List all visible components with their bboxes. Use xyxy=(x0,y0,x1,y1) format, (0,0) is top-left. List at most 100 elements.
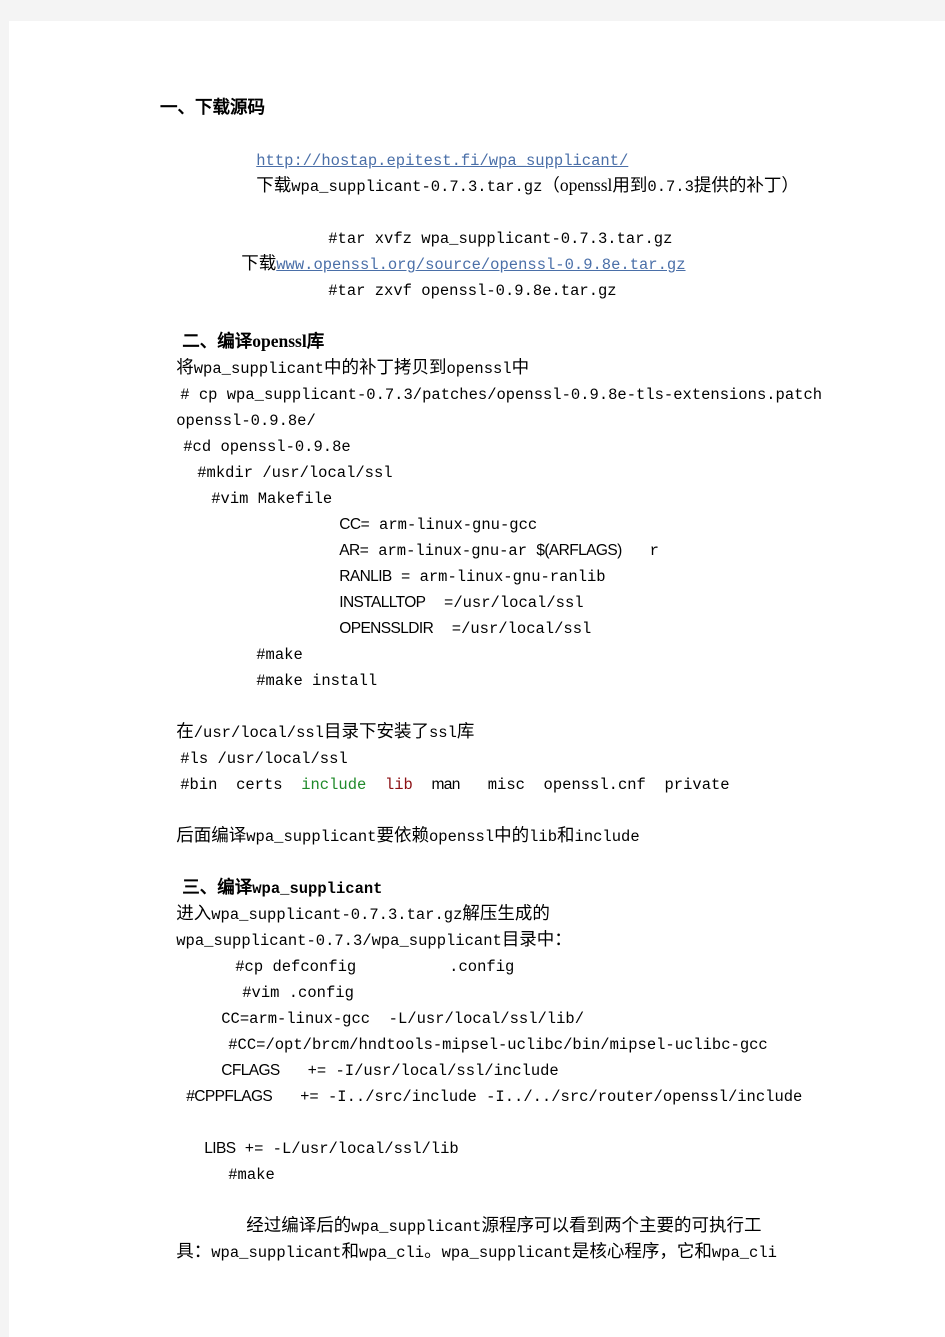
text-run: 是核心程序，它和 xyxy=(571,1241,712,1261)
text-run: #CC=/opt/brcm/hndtools-mipsel-uclibc/bin… xyxy=(228,1036,768,1054)
text-run: openssl xyxy=(428,828,495,846)
text-run: #make install xyxy=(256,672,378,690)
text-run: 。 xyxy=(424,1241,442,1261)
link-hostap[interactable]: http://hostap.epitest.fi/wpa_supplicant/ xyxy=(256,152,628,170)
text-run: 后面编译 xyxy=(176,825,247,845)
text-run: 将 xyxy=(176,357,194,377)
doc-line: http://hostap.epitest.fi/wpa_supplicant/ xyxy=(230,120,850,170)
text-run: #cd openssl-0.9.8e xyxy=(183,438,351,456)
text-run: #make xyxy=(228,1166,275,1184)
text-run: #tar xvfz wpa_supplicant-0.7.3.tar.gz xyxy=(328,230,673,248)
config-value: += -I../src/include -I../../src/router/o… xyxy=(300,1088,803,1106)
text-run: wpa_cli xyxy=(711,1244,777,1262)
doc-line: 后面编译wpa_supplicant要依赖openssl中的lib和includ… xyxy=(150,796,850,846)
text-run: wpa_supplicant xyxy=(246,828,377,846)
text-run: wpa_supplicant xyxy=(441,1244,572,1262)
makefile-key: AR xyxy=(339,542,360,559)
text-run: 具： xyxy=(176,1241,212,1261)
text-run: # cp wpa_supplicant-0.7.3/patches/openss… xyxy=(180,386,823,404)
text-run: 目录中： xyxy=(501,929,572,949)
text-run: wpa_supplicant xyxy=(211,1244,342,1262)
ls-entry-misc: misc xyxy=(487,776,525,794)
text-run: 0.7.3 xyxy=(647,178,694,196)
text-run: #tar zxvf openssl-0.9.8e.tar.gz xyxy=(328,282,617,300)
text-run: wpa_cli xyxy=(358,1244,425,1262)
config-value: += -I/usr/local/ssl/include xyxy=(307,1062,559,1080)
text-run: wpa_supplicant-0.7.3.tar.gz xyxy=(211,906,463,924)
text-run: 和 xyxy=(341,1241,359,1261)
section-heading-2-suffix: 库 xyxy=(306,331,325,351)
ls-entry-opensslcnf: openssl.cnf xyxy=(543,776,646,794)
text-run: ssl xyxy=(428,724,457,742)
makefile-value: = arm-linux-gnu-ar xyxy=(359,542,528,560)
text-run: （openssl xyxy=(542,175,613,195)
section-heading-1-text: 一、下载源码 xyxy=(160,97,265,117)
text-run: 经过编译后的 xyxy=(246,1215,352,1235)
text-run: 目录下安装了 xyxy=(323,721,429,741)
text-run: #mkdir /usr/local/ssl xyxy=(197,464,393,482)
text-run: openssl-0.9.8e/ xyxy=(176,412,316,430)
document-page: 一、下载源码 http://hostap.epitest.fi/wpa_supp… xyxy=(9,21,945,1337)
text-run: wpa_supplicant xyxy=(351,1218,482,1236)
text-run: 中的 xyxy=(494,825,530,845)
doc-line: LIBS += -L/usr/local/ssl/lib xyxy=(178,1108,850,1158)
text-run: 进入 xyxy=(176,903,212,923)
section-heading-3: 三、编译wpa_supplicant xyxy=(156,848,850,898)
section-heading-3-prefix: 三、编译 xyxy=(182,877,253,897)
text-run: #make xyxy=(256,646,303,664)
makefile-key: RANLIB xyxy=(339,568,392,585)
config-key: LIBS xyxy=(204,1140,236,1157)
makefile-flagvar: $(ARFLAGS) xyxy=(536,542,622,559)
text-run: 库 xyxy=(456,721,475,741)
text-run: #vim Makefile xyxy=(211,490,333,508)
text-run: 中 xyxy=(511,357,530,377)
text-run: 下载 xyxy=(241,253,277,273)
text-run: 中的补丁拷贝到 xyxy=(323,357,447,377)
makefile-r: r xyxy=(649,542,659,560)
text-run: 和 xyxy=(557,825,575,845)
section-heading-2-mid: openssl xyxy=(252,331,307,351)
makefile-value: =/usr/local/ssl xyxy=(444,594,584,612)
text-run: include xyxy=(574,828,640,846)
ls-entry-lib: lib xyxy=(384,776,413,794)
makefile-value: = arm-linux-gnu-ranlib xyxy=(400,568,606,586)
text-run: 下载 xyxy=(256,175,292,195)
ls-entry-include: include xyxy=(301,776,367,794)
text-run: #ls /usr/local/ssl xyxy=(180,750,348,768)
text-run: wpa_supplicant-0.7.3/wpa_supplicant xyxy=(176,932,502,950)
text-run: #cp defconfig .config xyxy=(235,958,515,976)
text-run: /usr/local/ssl xyxy=(193,724,324,742)
makefile-key: INSTALLTOP xyxy=(339,594,426,611)
doc-line: 在/usr/local/ssl目录下安装了ssl库 xyxy=(150,692,850,742)
text-run: wpa_supplicant-0.7.3.tar.gz xyxy=(291,178,543,196)
section-heading-1: 一、下载源码 xyxy=(160,94,850,120)
doc-line: 经过编译后的wpa_supplicant源程序可以看到两个主要的可执行工 xyxy=(150,1186,850,1236)
text-run: 提供的补丁） xyxy=(693,175,799,195)
ls-entry-bin: #bin xyxy=(180,776,218,794)
makefile-key: OPENSSLDIR xyxy=(339,620,434,637)
text-run: 用到 xyxy=(612,175,648,195)
text-run: 要依赖 xyxy=(376,825,429,845)
makefile-line: CC= arm-linux-gnu-gcc xyxy=(313,484,850,534)
text-run: 源程序可以看到两个主要的可执行工 xyxy=(481,1215,762,1235)
text-run: 在 xyxy=(176,721,194,741)
link-openssl-tarball[interactable]: www.openssl.org/source/openssl-0.9.8e.ta… xyxy=(276,256,685,274)
section-heading-2: 二、编译openssl库 xyxy=(156,302,850,351)
config-key: #CPPFLAGS xyxy=(186,1088,273,1105)
text-run: lib xyxy=(529,828,558,846)
text-run: #vim .config xyxy=(242,984,354,1002)
makefile-key: CC xyxy=(339,516,361,533)
text-run: wpa_supplicant xyxy=(193,360,324,378)
text-run: openssl xyxy=(446,360,512,378)
config-key: CFLAGS xyxy=(221,1062,280,1079)
makefile-value: = arm-linux-gnu-gcc xyxy=(360,516,538,534)
text-run: 解压生成的 xyxy=(462,903,550,923)
section-heading-3-mid: wpa_supplicant xyxy=(252,880,383,898)
section-heading-2-prefix: 二、编译 xyxy=(182,331,253,351)
makefile-flagval xyxy=(622,542,650,560)
ls-entry-private: private xyxy=(664,776,730,794)
doc-line: #tar xvfz wpa_supplicant-0.7.3.tar.gz xyxy=(302,198,850,248)
ls-entry-certs: certs xyxy=(236,776,283,794)
config-value: += -L/usr/local/ssl/lib xyxy=(244,1140,459,1158)
document-body: 一、下载源码 http://hostap.epitest.fi/wpa_supp… xyxy=(150,94,850,1262)
